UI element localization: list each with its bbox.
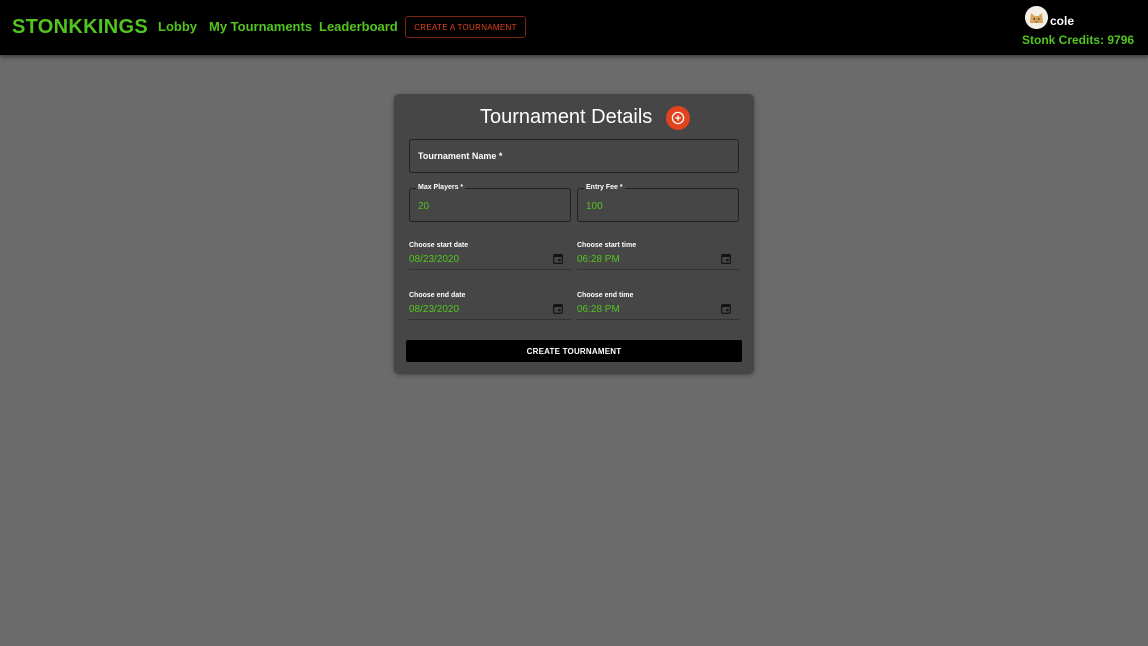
max-players-field[interactable]: Max Players * 20 bbox=[409, 184, 571, 222]
create-tournament-button[interactable]: CREATE TOURNAMENT bbox=[406, 340, 742, 362]
start-time-value[interactable]: 06:28 PM bbox=[577, 254, 620, 265]
end-time-label: Choose end time bbox=[577, 292, 634, 299]
tournament-name-label: Tournament Name * bbox=[418, 151, 503, 161]
create-tournament-nav-button[interactable]: CREATE A TOURNAMENT bbox=[405, 16, 526, 38]
end-date-label: Choose end date bbox=[409, 292, 466, 299]
username[interactable]: cole bbox=[1050, 14, 1074, 28]
entry-fee-field[interactable]: Entry Fee * 100 bbox=[577, 184, 739, 222]
app-bar: STONKKINGS Lobby My Tournaments Leaderbo… bbox=[0, 0, 1148, 55]
end-date-picker[interactable]: Choose end date 08/23/2020 bbox=[409, 292, 571, 326]
calendar-icon[interactable] bbox=[553, 253, 563, 264]
start-time-picker[interactable]: Choose start time 06:28 PM bbox=[577, 242, 739, 276]
calendar-icon[interactable] bbox=[721, 303, 731, 314]
cat-avatar-icon[interactable] bbox=[1025, 6, 1048, 29]
add-circle-icon[interactable] bbox=[666, 106, 690, 130]
start-date-picker[interactable]: Choose start date 08/23/2020 bbox=[409, 242, 571, 276]
end-time-value[interactable]: 06:28 PM bbox=[577, 304, 620, 315]
end-date-value[interactable]: 08/23/2020 bbox=[409, 304, 459, 315]
max-players-value[interactable]: 20 bbox=[418, 201, 429, 212]
end-time-underline bbox=[577, 319, 739, 320]
start-date-underline bbox=[409, 269, 571, 270]
start-time-label: Choose start time bbox=[577, 242, 637, 249]
calendar-icon[interactable] bbox=[721, 253, 731, 264]
end-date-underline bbox=[409, 319, 571, 320]
max-players-label: Max Players * bbox=[416, 184, 466, 191]
entry-fee-value[interactable]: 100 bbox=[586, 201, 603, 212]
nav-leaderboard[interactable]: Leaderboard bbox=[319, 19, 398, 34]
stonk-credits: Stonk Credits: 9796 bbox=[1022, 33, 1135, 47]
start-date-label: Choose start date bbox=[409, 242, 469, 249]
calendar-icon[interactable] bbox=[553, 303, 563, 314]
nav-my-tournaments[interactable]: My Tournaments bbox=[209, 19, 312, 34]
end-time-picker[interactable]: Choose end time 06:28 PM bbox=[577, 292, 739, 326]
tournament-name-field[interactable]: Tournament Name * bbox=[409, 139, 739, 173]
nav-lobby[interactable]: Lobby bbox=[158, 19, 197, 34]
entry-fee-label: Entry Fee * bbox=[584, 184, 625, 191]
brand-logo[interactable]: STONKKINGS bbox=[12, 16, 148, 39]
card-title: Tournament Details bbox=[480, 106, 653, 128]
start-date-value[interactable]: 08/23/2020 bbox=[409, 254, 459, 265]
tournament-details-card: Tournament Details Tournament Name * Max… bbox=[394, 94, 754, 374]
start-time-underline bbox=[577, 269, 739, 270]
